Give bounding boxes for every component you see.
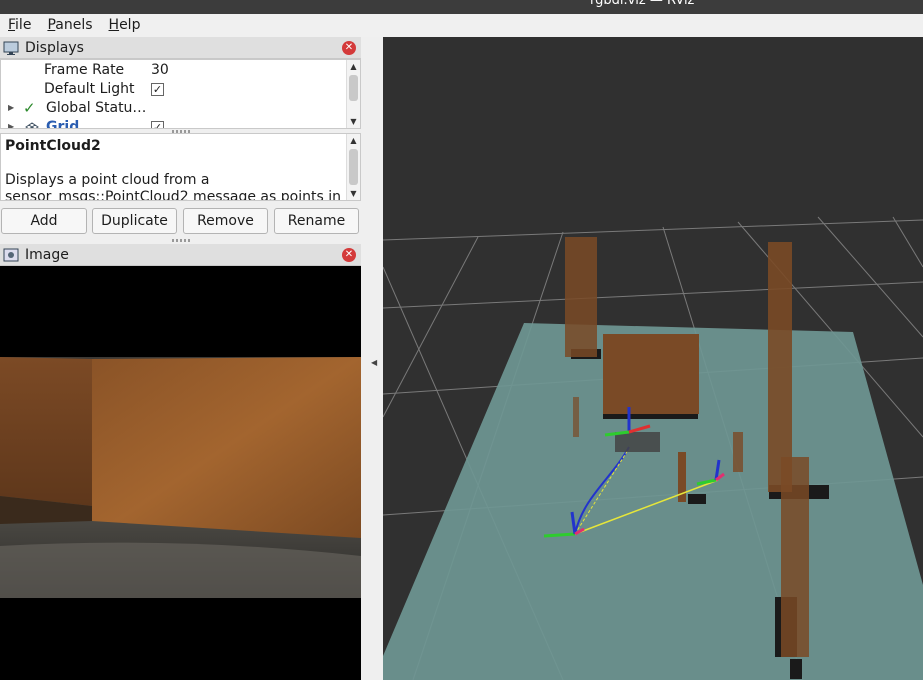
- image-panel-header: Image ✕: [0, 244, 361, 266]
- description-scrollbar[interactable]: ▲ ▼: [346, 134, 360, 200]
- add-button[interactable]: Add: [1, 208, 87, 234]
- displays-panel-header: Displays ✕: [0, 37, 361, 59]
- tree-row-global-status[interactable]: ▶ ✓ Global Statu…: [1, 99, 347, 118]
- displays-scrollbar[interactable]: ▲ ▼: [346, 60, 360, 128]
- description-text: Displays a point cloud from a sensor_msg…: [5, 172, 341, 201]
- scroll-down-icon[interactable]: ▼: [347, 187, 360, 200]
- monitor-icon: [3, 41, 19, 55]
- expand-arrow-icon[interactable]: ▶: [8, 122, 14, 128]
- menu-help[interactable]: Help: [101, 14, 149, 37]
- default-light-checkbox[interactable]: ✓: [151, 83, 164, 96]
- default-light-label: Default Light: [44, 81, 135, 97]
- grid-checkbox[interactable]: ✓: [151, 121, 164, 128]
- grid-icon: [25, 122, 39, 128]
- frame-rate-label: Frame Rate: [44, 62, 125, 78]
- displays-tree: Frame Rate 30 Default Light ✓ ▶ ✓ Global…: [0, 59, 361, 129]
- image-icon: [3, 248, 19, 261]
- menu-panels[interactable]: Panels: [39, 14, 100, 37]
- grid-label: Grid: [46, 119, 80, 129]
- scroll-thumb[interactable]: [349, 75, 358, 101]
- close-icon[interactable]: ✕: [342, 41, 356, 55]
- menu-file[interactable]: File: [0, 14, 39, 37]
- scroll-thumb[interactable]: [349, 149, 358, 185]
- close-icon[interactable]: ✕: [342, 248, 356, 262]
- scroll-up-icon[interactable]: ▲: [347, 134, 360, 147]
- left-dock: Displays ✕ Frame Rate 30 Default Light ✓…: [0, 37, 361, 680]
- remove-button[interactable]: Remove: [183, 208, 268, 234]
- global-status-label: Global Statu…: [46, 100, 147, 116]
- description-title: PointCloud2: [5, 138, 101, 154]
- menu-bar: File Panels Help: [0, 14, 923, 37]
- window-title-strip: rgbdl.viz — RViz: [0, 0, 923, 14]
- scroll-up-icon[interactable]: ▲: [347, 60, 360, 73]
- frame-rate-value[interactable]: 30: [151, 62, 169, 78]
- rename-button[interactable]: Rename: [274, 208, 359, 234]
- display-button-row: Add Duplicate Remove Rename: [0, 208, 361, 235]
- dock-splitter[interactable]: ◀: [361, 37, 383, 680]
- camera-image: [0, 266, 361, 680]
- scroll-down-icon[interactable]: ▼: [347, 115, 360, 128]
- tree-row-frame-rate[interactable]: Frame Rate 30: [1, 61, 347, 80]
- expand-arrow-icon[interactable]: ▶: [8, 103, 14, 112]
- tree-row-grid[interactable]: ▶ Grid ✓: [1, 118, 347, 129]
- tree-row-default-light[interactable]: Default Light ✓: [1, 80, 347, 99]
- splitter-grip[interactable]: [172, 239, 190, 242]
- image-panel-title: Image: [25, 246, 69, 263]
- status-ok-icon: ✓: [23, 99, 36, 117]
- 3d-render-view[interactable]: [383, 37, 923, 680]
- collapse-arrow-icon[interactable]: ◀: [371, 358, 377, 367]
- camera-image-view: [0, 266, 361, 680]
- window-title: rgbdl.viz — RViz: [590, 0, 695, 8]
- 3d-scene: [383, 216, 923, 680]
- displays-panel-title: Displays: [25, 39, 84, 56]
- display-description: PointCloud2 Displays a point cloud from …: [0, 133, 361, 201]
- duplicate-button[interactable]: Duplicate: [92, 208, 177, 234]
